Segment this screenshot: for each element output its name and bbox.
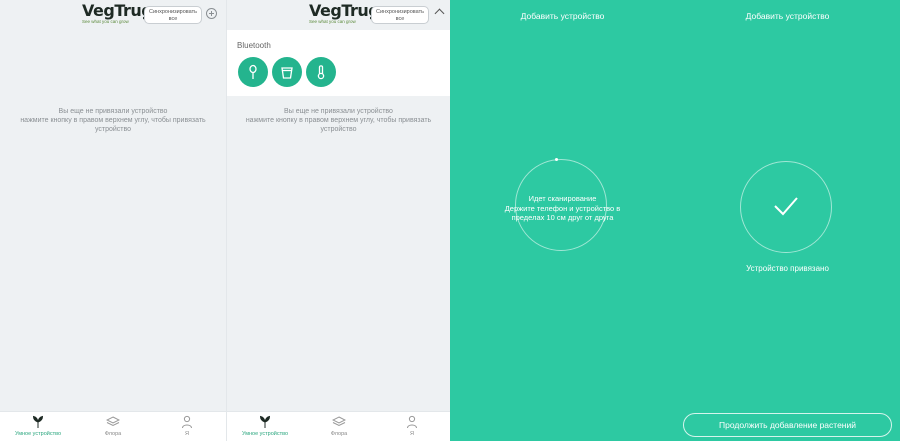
tab-me[interactable]: Я [157,415,217,437]
bluetooth-device-picker: Bluetooth [227,30,450,96]
screen-smart-devices-empty: VegTrug® See what you can grow Синхрониз… [0,0,226,441]
scanning-message: Идет сканирование Держите телефон и устр… [450,194,675,223]
plant-sprout-icon [32,415,44,428]
screen-device-bound: Добавить устройство Устройство привязано… [675,0,900,441]
page-title: Добавить устройство [745,11,830,21]
checkmark-icon [774,197,798,216]
user-icon [407,415,417,429]
layers-icon [106,416,120,427]
scanning-line: пределах 10 см друг от друга [511,213,614,222]
flowerpot-icon [281,67,293,79]
empty-state-message: Вы еще не привязали устройство нажмите к… [0,107,226,134]
sensor-probe-icon [249,64,257,79]
bt-device-flowerpot[interactable] [272,57,302,87]
scanning-line: Держите телефон и устройство в [504,203,621,213]
logo-wordmark: VegTrug [82,1,153,20]
vegtrug-logo: VegTrug® See what you can grow [82,3,157,29]
tab-label: Я [410,431,414,437]
empty-state-line: Вы еще не привязали устройство [284,108,393,115]
scanning-line: Идет сканирование [528,194,597,203]
sync-all-button[interactable]: Синхронизировать все [371,6,429,24]
tab-flora[interactable]: Флора [309,415,369,437]
empty-state-message: Вы еще не привязали устройство нажмите к… [227,107,450,134]
empty-state-line: Вы еще не привязали устройство [58,108,168,115]
bottom-tab-bar: Умное устройство Флора Я [0,411,226,441]
tab-label: Умное устройство [241,431,289,437]
bt-device-sensor[interactable] [238,57,268,87]
tab-label: Умное устройство [14,431,62,437]
add-device-icon[interactable] [206,8,217,19]
tab-flora[interactable]: Флора [83,415,143,437]
plant-sprout-icon [259,415,271,428]
user-icon [182,415,192,429]
page-title: Добавить устройство [520,11,605,21]
scan-progress-dot [555,158,558,161]
bt-device-thermometer[interactable] [306,57,336,87]
empty-state-line: нажмите кнопку в правом верхнем углу, чт… [245,117,432,124]
bound-status: Устройство привязано [746,264,829,273]
tab-label: Флора [104,431,122,437]
tab-label: Я [185,431,189,437]
bottom-tab-bar: Умное устройство Флора Я [227,411,450,441]
screen-bluetooth-devices: VegTrug® See what you can grow Синхрониз… [226,0,450,441]
bluetooth-title: Bluetooth [237,41,271,50]
empty-state-line: устройство [94,126,132,133]
empty-state-line: устройство [320,126,357,133]
app-header: VegTrug® See what you can grow Синхрониз… [0,0,226,30]
tab-smart-device[interactable]: Умное устройство [8,415,68,437]
continue-adding-plants-button[interactable]: Продолжить добавление растений [683,413,892,437]
logo-wordmark: VegTrug [309,1,380,20]
layers-icon [332,416,346,427]
tab-label: Флора [330,431,348,437]
screen-scanning: Добавить устройство Идет сканирование Де… [450,0,675,441]
thermometer-icon [317,65,325,80]
tab-me[interactable]: Я [382,415,442,437]
sync-all-button[interactable]: Синхронизировать все [144,6,202,24]
chevron-up-icon[interactable] [434,8,445,19]
vegtrug-logo: VegTrug® See what you can grow [309,3,384,29]
tab-smart-device[interactable]: Умное устройство [235,415,295,437]
empty-state-line: нажмите кнопку в правом верхнем углу, чт… [20,117,206,124]
app-header: VegTrug® See what you can grow Синхрониз… [227,0,450,30]
